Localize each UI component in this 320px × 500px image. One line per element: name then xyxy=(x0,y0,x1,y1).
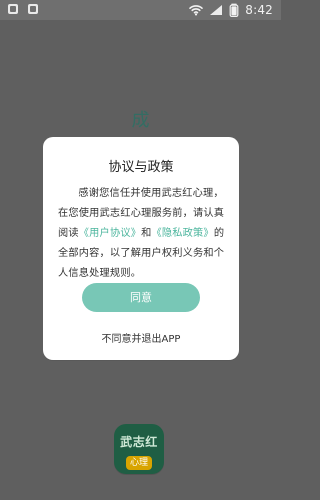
status-icon-2 xyxy=(28,4,38,14)
dialog-body: 感谢您信任并使用武志红心理，在您使用武志红心理服务前，请认真阅读《用户协议》和《… xyxy=(58,184,225,284)
agree-button[interactable]: 同意 xyxy=(82,283,200,312)
wifi-icon xyxy=(189,5,204,16)
status-time: 8:42 xyxy=(245,3,273,17)
agreement-dialog: 协议与政策 感谢您信任并使用武志红心理，在您使用武志红心理服务前，请认真阅读《用… xyxy=(43,137,239,360)
battery-icon xyxy=(229,3,239,17)
and-text: 和 xyxy=(141,228,152,239)
app-icon-top-text: 武志红 xyxy=(120,434,158,449)
app-icon-badge: 心理 xyxy=(126,456,152,470)
app-icon: 武志红 心理 xyxy=(114,424,164,474)
status-bar-right: 8:42 xyxy=(189,3,273,17)
user-agreement-link[interactable]: 《用户协议》 xyxy=(79,228,141,239)
status-icon-1 xyxy=(8,4,18,14)
disagree-exit-link[interactable]: 不同意并退出APP xyxy=(43,330,239,345)
privacy-policy-link[interactable]: 《隐私政策》 xyxy=(152,228,214,239)
signal-icon xyxy=(210,5,223,15)
dialog-title: 协议与政策 xyxy=(108,160,174,175)
background-hint-text: 成 xyxy=(131,110,150,131)
status-bar-left xyxy=(8,4,38,14)
status-bar: 8:42 xyxy=(0,0,281,20)
